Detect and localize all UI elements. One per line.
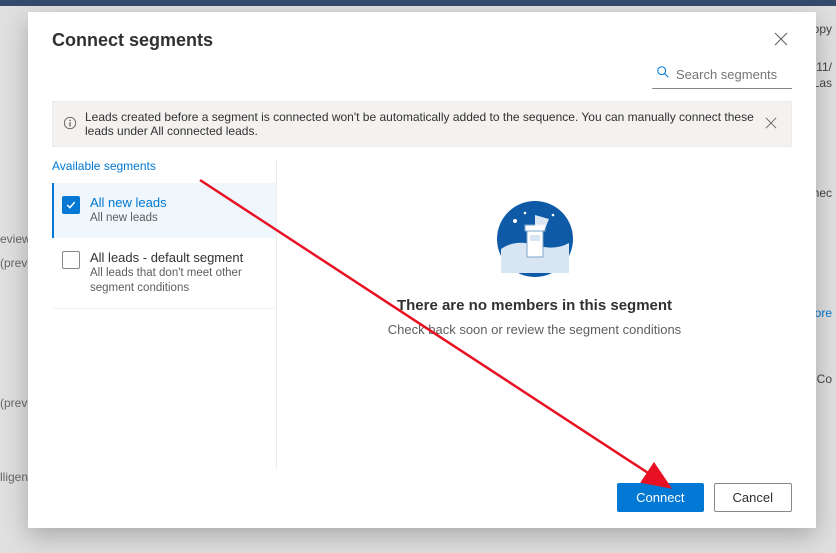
- bg-right-fragment: ore: [815, 306, 832, 320]
- segment-title: All leads - default segment: [90, 250, 266, 265]
- segments-list-pane: Available segments All new leads All new…: [52, 159, 277, 469]
- segment-detail-pane: There are no members in this segment Che…: [277, 159, 792, 469]
- dialog-title: Connect segments: [52, 30, 213, 51]
- close-icon[interactable]: [770, 28, 792, 53]
- empty-state-title: There are no members in this segment: [397, 297, 672, 314]
- connect-button[interactable]: Connect: [617, 483, 703, 512]
- bg-nav-fragment: (previ: [0, 396, 30, 410]
- segment-text: All new leads All new leads: [90, 195, 167, 226]
- search-icon: [656, 65, 670, 84]
- segment-checkbox[interactable]: [62, 251, 80, 269]
- search-input[interactable]: [676, 67, 788, 82]
- segment-item-default[interactable]: All leads - default segment All leads th…: [52, 238, 276, 309]
- dialog-header: Connect segments: [28, 12, 816, 63]
- info-message: Leads created before a segment is connec…: [85, 110, 761, 138]
- search-row: [28, 63, 816, 101]
- segment-item-all-new-leads[interactable]: All new leads All new leads: [52, 183, 276, 238]
- segment-checkbox[interactable]: [62, 196, 80, 214]
- dialog-body: Available segments All new leads All new…: [28, 159, 816, 469]
- info-icon: [63, 116, 77, 133]
- segment-title: All new leads: [90, 195, 167, 210]
- empty-state-subtitle: Check back soon or review the segment co…: [388, 322, 681, 337]
- cancel-button[interactable]: Cancel: [714, 483, 792, 512]
- segment-text: All leads - default segment All leads th…: [90, 250, 266, 296]
- segment-subtitle: All leads that don't meet other segment …: [90, 266, 266, 296]
- available-segments-heading[interactable]: Available segments: [52, 159, 276, 173]
- dialog-footer: Connect Cancel: [28, 469, 816, 528]
- app-titlebar: [0, 0, 836, 6]
- segment-subtitle: All new leads: [90, 211, 167, 226]
- search-segments-box[interactable]: [652, 63, 792, 89]
- bg-right-fragment: 11/: [816, 60, 832, 74]
- empty-state-illustration: [495, 199, 575, 279]
- info-bar: Leads created before a segment is connec…: [52, 101, 792, 147]
- connect-segments-dialog: Connect segments Leads created before a …: [28, 12, 816, 528]
- info-dismiss-icon[interactable]: [761, 115, 781, 134]
- bg-right-fragment: Co: [817, 372, 832, 386]
- bg-nav-fragment: (previ: [0, 256, 30, 270]
